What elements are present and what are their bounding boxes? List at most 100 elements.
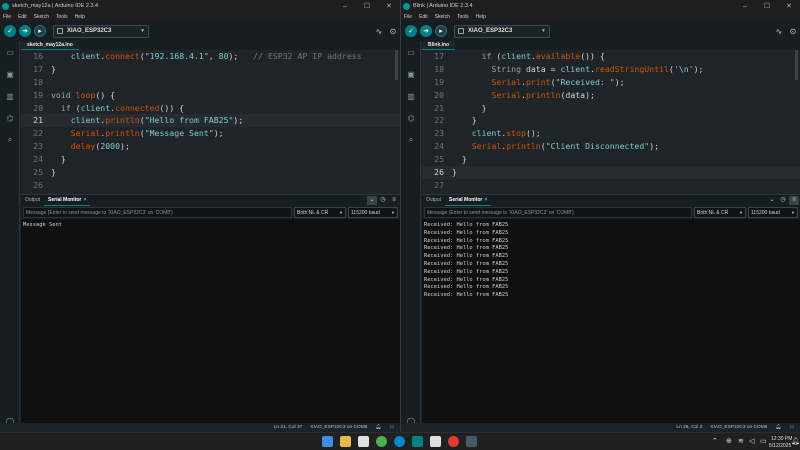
code-line[interactable]: 25}: [21, 166, 400, 179]
code-line[interactable]: 17 if (client.available()) {: [422, 50, 800, 63]
baud-rate-select[interactable]: 115200 baud ▼: [748, 207, 798, 218]
menu-tools[interactable]: Tools: [56, 14, 68, 20]
baud-rate-select[interactable]: 115200 baud ▼: [348, 207, 398, 218]
code-line[interactable]: 26}: [422, 166, 800, 179]
code-editor[interactable]: 16 client.connect("192.168.4.1", 80); //…: [21, 50, 400, 194]
code-line[interactable]: 16 client.connect("192.168.4.1", 80); //…: [21, 50, 400, 63]
menu-file[interactable]: File: [3, 14, 11, 20]
chrome-icon[interactable]: [376, 436, 387, 447]
timestamp-icon[interactable]: ◷: [778, 196, 788, 205]
terminal-icon[interactable]: [466, 436, 477, 447]
board-selector[interactable]: XIAO_ESP32C3 ▼: [53, 24, 149, 38]
menu-file[interactable]: File: [404, 14, 412, 20]
boards-manager-icon[interactable]: ▣: [401, 63, 421, 85]
folder-icon[interactable]: ▭: [0, 41, 20, 63]
menu-help[interactable]: Help: [476, 14, 486, 20]
serial-message-input[interactable]: [424, 207, 692, 218]
collapse-panel-icon[interactable]: ⌄: [767, 196, 777, 205]
windows-start-icon[interactable]: [322, 436, 333, 447]
search-icon[interactable]: ⌕: [401, 129, 421, 151]
search-icon[interactable]: ⌕: [0, 129, 20, 151]
menu-sketch[interactable]: Sketch: [435, 14, 450, 20]
telegram-icon[interactable]: [394, 436, 405, 447]
collapse-panel-icon[interactable]: ⌄: [367, 196, 377, 205]
tab-output[interactable]: Output: [21, 195, 44, 206]
debug-sidebar-icon[interactable]: ⌬: [0, 107, 20, 129]
serial-plotter-icon[interactable]: ∿: [372, 27, 386, 36]
folder-icon[interactable]: ▭: [401, 41, 421, 63]
code-line[interactable]: 20 Serial.println(data);: [422, 89, 800, 102]
clear-output-icon[interactable]: ≡: [789, 196, 799, 205]
code-line[interactable]: 21 client.println("Hello from FAB25");: [21, 114, 400, 128]
maximize-icon[interactable]: ☐: [356, 2, 378, 10]
maximize-icon[interactable]: ☐: [756, 2, 778, 10]
code-line[interactable]: 19 void loop() {: [21, 89, 400, 102]
tab-serial-monitor[interactable]: Serial Monitor ×: [44, 195, 91, 206]
upload-button[interactable]: ➔: [420, 25, 432, 37]
verify-button[interactable]: ✓: [4, 25, 16, 37]
menu-edit[interactable]: Edit: [18, 14, 27, 20]
code-line[interactable]: 26: [21, 179, 400, 192]
code-line[interactable]: 27: [422, 179, 800, 192]
close-icon[interactable]: ✕: [378, 2, 400, 10]
code-line[interactable]: 17}: [21, 63, 400, 76]
debug-sidebar-icon[interactable]: ⌬: [401, 107, 421, 129]
code-line[interactable]: 21 }: [422, 102, 800, 115]
minimize-icon[interactable]: –: [734, 3, 756, 10]
clear-output-icon[interactable]: ≡: [389, 196, 399, 205]
volume-icon[interactable]: ◁: [749, 437, 754, 445]
battery-icon[interactable]: ▭: [760, 437, 767, 445]
menu-tools[interactable]: Tools: [457, 14, 469, 20]
file-tab[interactable]: Blink.ino: [422, 41, 456, 50]
chrome-icon-2[interactable]: [448, 436, 459, 447]
debug-button[interactable]: ▸: [34, 25, 46, 37]
code-line[interactable]: 25 }: [422, 153, 800, 166]
arduino-ide-icon[interactable]: [412, 436, 423, 447]
menu-sketch[interactable]: Sketch: [34, 14, 49, 20]
board-port-status[interactable]: XIAO_ESP32C3 on COM6: [710, 425, 767, 430]
code-line[interactable]: 22 Serial.println("Message Sent");: [21, 127, 400, 140]
tab-serial-monitor[interactable]: Serial Monitor ×: [445, 195, 492, 206]
library-manager-icon[interactable]: ▥: [0, 85, 20, 107]
tab-output[interactable]: Output: [422, 195, 445, 206]
code-line[interactable]: 18 String data = client.readStringUntil(…: [422, 63, 800, 76]
code-line[interactable]: 23 delay(2000);: [21, 140, 400, 153]
language-icon[interactable]: ⊕: [726, 437, 732, 445]
minimize-icon[interactable]: –: [334, 3, 356, 10]
code-line[interactable]: 20 if (client.connected()) {: [21, 102, 400, 115]
close-tab-icon[interactable]: ×: [484, 197, 487, 203]
menu-edit[interactable]: Edit: [419, 14, 428, 20]
serial-message-input[interactable]: [23, 207, 292, 218]
notification-icon[interactable]: 🔔︎: [375, 425, 381, 430]
panel-toggle-icon[interactable]: ▭: [789, 425, 794, 430]
menu-help[interactable]: Help: [75, 14, 85, 20]
notion-icon[interactable]: [358, 436, 369, 447]
serial-monitor-icon[interactable]: ⊙: [386, 27, 400, 36]
code-line[interactable]: 19 Serial.print("Received: ");: [422, 76, 800, 89]
serial-monitor-icon[interactable]: ⊙: [786, 27, 800, 36]
notification-icon[interactable]: 🔔︎: [775, 425, 781, 430]
clock-date[interactable]: 5/12/2025: [769, 443, 791, 449]
close-icon[interactable]: ✕: [778, 2, 800, 10]
serial-plotter-icon[interactable]: ∿: [772, 27, 786, 36]
system-tray-chevron-icon[interactable]: ⌃: [712, 437, 718, 445]
editor-scrollbar[interactable]: [795, 50, 798, 80]
board-selector[interactable]: XIAO_ESP32C3 ▼: [454, 24, 550, 38]
board-port-status[interactable]: XIAO_ESP32C3 on COM8: [310, 425, 367, 430]
code-line[interactable]: 24 }: [21, 153, 400, 166]
panel-toggle-icon[interactable]: ▭: [389, 425, 394, 430]
clock-time[interactable]: 12:30 PM: [771, 436, 792, 442]
code-line[interactable]: 22 }: [422, 114, 800, 127]
notion-icon-2[interactable]: [430, 436, 441, 447]
wifi-icon[interactable]: ≋: [738, 437, 744, 445]
debug-button[interactable]: ▸: [435, 25, 447, 37]
editor-scrollbar[interactable]: [395, 50, 398, 80]
notifications-icon[interactable]: 🔔︎: [791, 437, 800, 445]
timestamp-icon[interactable]: ◷: [378, 196, 388, 205]
code-line[interactable]: 24 Serial.println("Client Disconnected")…: [422, 140, 800, 153]
verify-button[interactable]: ✓: [405, 25, 417, 37]
code-line[interactable]: 23 client.stop();: [422, 127, 800, 140]
close-tab-icon[interactable]: ×: [83, 197, 86, 203]
code-editor[interactable]: 17 if (client.available()) {18 String da…: [422, 50, 800, 194]
file-tab[interactable]: sketch_may12a.ino: [21, 41, 79, 50]
